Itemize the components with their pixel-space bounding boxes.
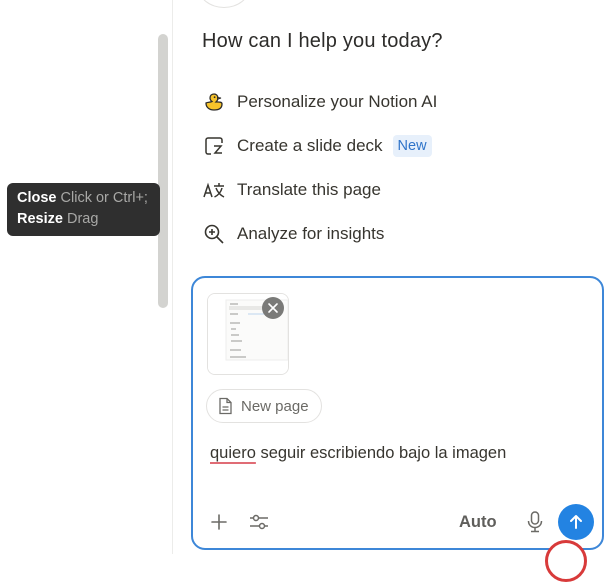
attachment-chip-label: New page — [241, 397, 309, 415]
assistant-heading: How can I help you today? — [202, 30, 443, 52]
tooltip-close-hint: Click or Ctrl+; — [60, 190, 148, 206]
plus-icon — [211, 514, 227, 530]
tooltip-close-key: Close — [17, 190, 57, 206]
panel-resize-divider[interactable] — [172, 0, 173, 554]
duck-icon — [202, 90, 226, 114]
remove-attachment-button[interactable] — [262, 297, 284, 319]
suggestion-personalize[interactable]: Personalize your Notion AI — [202, 87, 437, 117]
suggestion-analyze[interactable]: Analyze for insights — [202, 219, 384, 249]
suggestion-label: Analyze for insights — [237, 224, 385, 243]
model-mode-selector[interactable]: Auto — [459, 513, 497, 532]
sliders-icon — [250, 514, 268, 530]
composer-input-text: seguir escribiendo bajo la imagen — [255, 444, 507, 462]
voice-input-button[interactable] — [523, 509, 547, 535]
scrollbar-thumb[interactable] — [158, 34, 168, 308]
zoom-insights-icon — [202, 222, 226, 246]
settings-button[interactable] — [247, 510, 271, 534]
add-button[interactable] — [207, 510, 231, 534]
microphone-icon — [527, 511, 543, 533]
slide-deck-icon — [202, 134, 226, 158]
page-icon — [219, 397, 232, 415]
tooltip-resize-hint: Drag — [66, 211, 99, 227]
attachment-chip-new-page[interactable]: New page — [206, 389, 322, 423]
ai-composer[interactable]: New page quiero seguir escribiendo bajo … — [191, 276, 604, 550]
ai-avatar — [198, 0, 250, 8]
tooltip-resize-key: Resize — [17, 211, 63, 227]
suggestion-slide-deck[interactable]: Create a slide deck New — [202, 131, 432, 161]
misspelled-word: quiero — [210, 444, 256, 462]
suggestion-label: Personalize your Notion AI — [237, 92, 438, 111]
composer-input[interactable]: quiero seguir escribiendo bajo la imagen — [210, 444, 506, 463]
record-indicator-icon[interactable] — [545, 540, 587, 582]
panel-tooltip: Close Click or Ctrl+; Resize Drag — [7, 183, 160, 236]
close-icon — [268, 303, 278, 313]
new-badge: New — [392, 135, 432, 157]
translate-icon — [202, 178, 226, 202]
arrow-up-icon — [570, 515, 582, 529]
suggestion-label: Create a slide deck — [237, 136, 383, 155]
suggestion-translate[interactable]: Translate this page — [202, 175, 381, 205]
left-pane — [0, 0, 172, 554]
suggestion-label: Translate this page — [237, 180, 381, 199]
send-button[interactable] — [558, 504, 594, 540]
